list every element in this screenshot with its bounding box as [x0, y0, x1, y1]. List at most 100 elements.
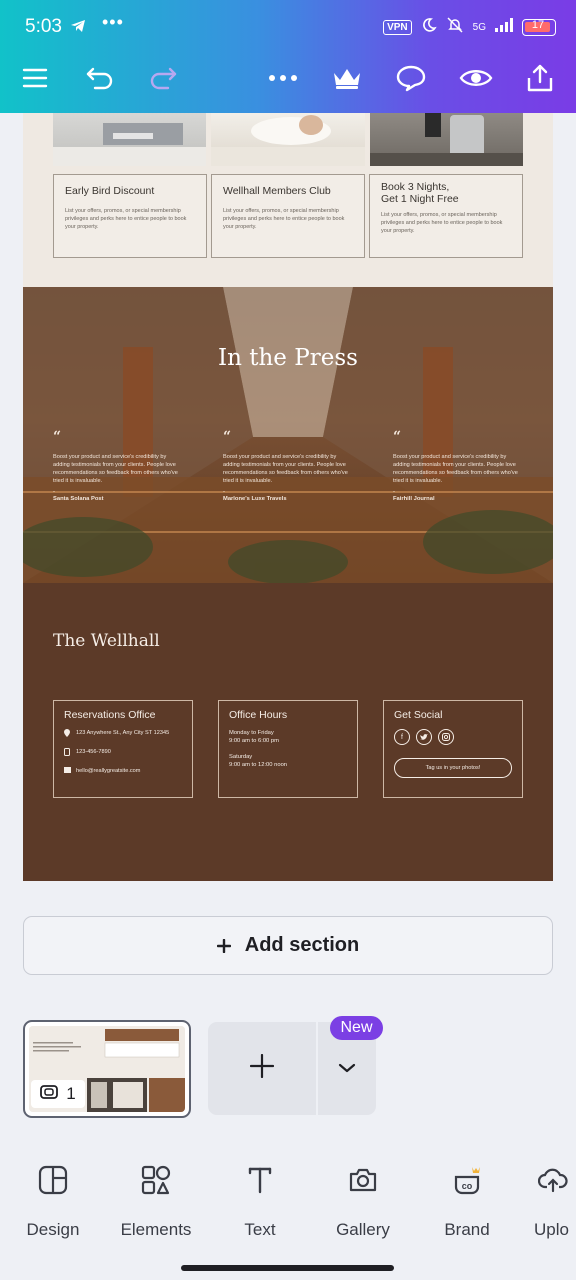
reservations-box[interactable]: Reservations Office 123 Anywhere St., An…	[53, 700, 193, 798]
offer-body: List your offers, promos, or special mem…	[65, 208, 187, 230]
add-page-button[interactable]	[208, 1022, 316, 1115]
chevron-down-icon	[338, 1060, 356, 1078]
brand-icon: co	[450, 1160, 484, 1200]
press-quote[interactable]: “ Boost your product and service's credi…	[393, 429, 523, 502]
offer-title: Wellhall Members Club	[223, 185, 331, 197]
page-thumbnail[interactable]: 1	[23, 1020, 191, 1118]
offer-title: Book 3 Nights, Get 1 Night Free	[381, 181, 459, 205]
text-icon	[247, 1160, 273, 1200]
email-text: hello@reallygreatsite.com	[76, 768, 141, 774]
quote-text: Boost your product and service's credibi…	[393, 454, 518, 484]
camera-icon	[348, 1160, 378, 1200]
offer-title: Early Bird Discount	[65, 185, 155, 197]
quote-mark: “	[223, 429, 232, 445]
moon-icon	[421, 17, 437, 38]
status-time: 5:03	[25, 16, 62, 37]
quote-source: Fairhill Journal	[393, 496, 435, 502]
offer-card[interactable]: Wellhall Members Club List your offers, …	[211, 174, 365, 258]
phone-row: 123-456-7890	[64, 748, 182, 759]
crown-icon[interactable]	[325, 56, 369, 100]
design-canvas[interactable]: Early Bird Discount List your offers, pr…	[23, 113, 553, 881]
address-text: 123 Anywhere St., Any City ST 12345	[76, 730, 170, 736]
facebook-icon[interactable]: f	[394, 729, 410, 745]
nav-label: Elements	[120, 1220, 192, 1239]
battery-level: 17	[531, 19, 545, 31]
status-indicators: VPN 5G 17	[383, 16, 556, 39]
battery-icon: 17	[522, 19, 556, 36]
nav-label: Brand	[444, 1220, 490, 1239]
email-row: hello@reallygreatsite.com	[64, 767, 182, 776]
mute-icon	[446, 16, 464, 39]
offer-photo-bed	[211, 113, 365, 166]
offers-section[interactable]: Early Bird Discount List your offers, pr…	[23, 113, 553, 287]
nav-uploads[interactable]: Uplo	[516, 1160, 576, 1240]
nav-label: Uplo	[534, 1220, 569, 1239]
mail-icon	[64, 767, 71, 776]
press-quote[interactable]: “ Boost your product and service's credi…	[223, 429, 353, 502]
reservations-title: Reservations Office	[64, 709, 156, 721]
offer-photo-luggage	[370, 113, 523, 166]
offer-photo-laptop	[53, 113, 206, 166]
svg-text:co: co	[462, 1181, 473, 1191]
saturday-time: 9:00 am to 12:00 noon	[229, 762, 288, 768]
offer-card[interactable]: Book 3 Nights, Get 1 Night Free List you…	[369, 174, 523, 258]
social-icons: f	[394, 729, 512, 745]
quote-text: Boost your product and service's credibi…	[53, 454, 178, 484]
weekday-label: Monday to Friday	[229, 730, 274, 736]
home-indicator[interactable]	[181, 1265, 394, 1271]
press-section[interactable]: In the Press “ Boost your product and se…	[23, 287, 553, 583]
quote-mark: “	[393, 429, 402, 445]
hours-box[interactable]: Office Hours Monday to Friday 9:00 am to…	[218, 700, 358, 798]
share-icon[interactable]	[518, 56, 562, 100]
nav-design[interactable]: Design	[3, 1160, 103, 1240]
tag-us-button[interactable]: Tag us in your photos!	[394, 758, 512, 778]
quote-source: Marlone's Luxe Travels	[223, 496, 287, 502]
nav-label: Gallery	[336, 1220, 390, 1239]
signal-icon	[495, 18, 513, 37]
preview-icon[interactable]	[454, 56, 498, 100]
nav-label: Design	[26, 1220, 80, 1239]
footer-brand: The Wellhall	[53, 631, 160, 651]
menu-icon[interactable]	[13, 56, 57, 100]
more-icon[interactable]	[261, 56, 305, 100]
social-title: Get Social	[394, 709, 443, 721]
twitter-icon[interactable]	[416, 729, 432, 745]
weekday-time: 9:00 am to 6:00 pm	[229, 738, 279, 744]
editor-toolbar	[0, 56, 576, 100]
nav-gallery[interactable]: Gallery	[313, 1160, 413, 1240]
undo-icon[interactable]	[78, 56, 122, 100]
plus-icon	[216, 933, 231, 959]
quote-dash: -	[223, 489, 225, 495]
plus-icon	[249, 1053, 275, 1083]
notification-dots: •••	[102, 12, 124, 32]
instagram-icon[interactable]	[438, 729, 454, 745]
quote-dash: -	[53, 489, 55, 495]
hours-title: Office Hours	[229, 709, 288, 721]
top-bar: 5:03 ••• VPN 5G 17	[0, 0, 576, 113]
add-section-button[interactable]: Add section	[23, 916, 553, 975]
page-count: 1	[66, 1084, 76, 1103]
add-section-label: Add section	[244, 934, 360, 956]
network-label: 5G	[472, 21, 486, 33]
nav-text[interactable]: Text	[210, 1160, 310, 1240]
redo-icon[interactable]	[141, 56, 185, 100]
nav-brand[interactable]: co Brand	[417, 1160, 517, 1240]
address-row: 123 Anywhere St., Any City ST 12345	[64, 729, 182, 740]
new-badge: New	[330, 1016, 383, 1040]
page-count-badge: 1	[31, 1080, 85, 1108]
offer-body: List your offers, promos, or special mem…	[223, 208, 345, 230]
vpn-badge: VPN	[383, 20, 412, 35]
footer-section[interactable]: The Wellhall Reservations Office 123 Any…	[23, 583, 553, 881]
saturday-hours: Saturday 9:00 am to 12:00 noon	[229, 753, 347, 769]
weekday-hours: Monday to Friday 9:00 am to 6:00 pm	[229, 729, 347, 745]
comment-icon[interactable]	[389, 56, 433, 100]
telegram-icon	[70, 19, 86, 38]
bottom-nav: Design Elements Text Gallery co Brand Up…	[0, 1160, 576, 1250]
social-box[interactable]: Get Social f Tag us in your photos!	[383, 700, 523, 798]
design-icon	[38, 1160, 68, 1200]
saturday-label: Saturday	[229, 754, 253, 760]
press-quote[interactable]: “ Boost your product and service's credi…	[53, 429, 183, 502]
quote-mark: “	[53, 429, 62, 445]
offer-card[interactable]: Early Bird Discount List your offers, pr…	[53, 174, 207, 258]
nav-elements[interactable]: Elements	[106, 1160, 206, 1240]
